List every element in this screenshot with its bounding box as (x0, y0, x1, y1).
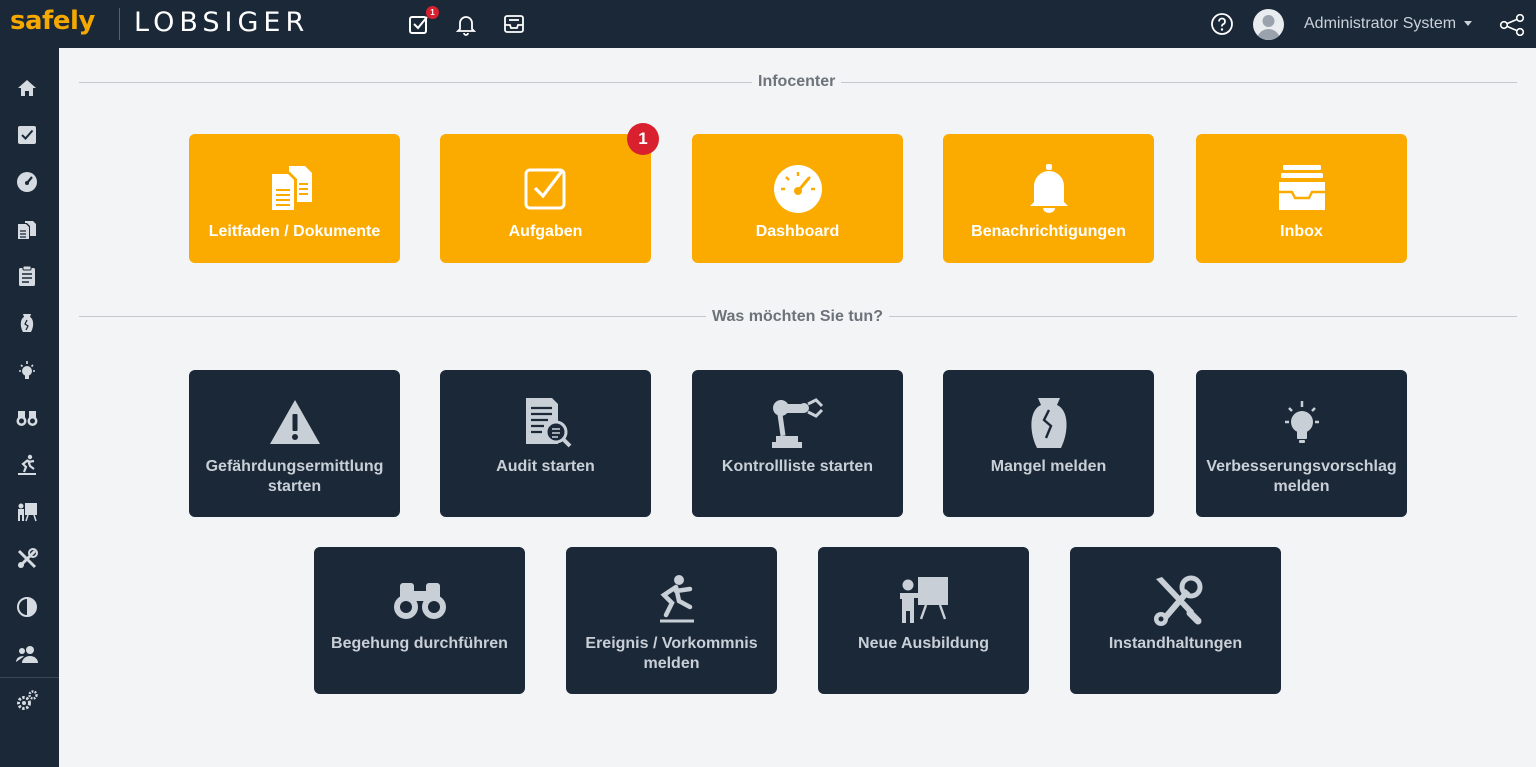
sidebar-training-icon[interactable] (15, 500, 39, 524)
tile-label: Neue Ausbildung (858, 635, 989, 652)
tile-begehung-durchfuehren[interactable]: Begehung durchführen (314, 547, 525, 694)
speedometer-icon (773, 165, 822, 213)
inbox-icon[interactable] (502, 12, 526, 36)
tile-leitfaden-dokumente[interactable]: Leitfaden / Dokumente (189, 134, 400, 263)
tools-icon (1153, 575, 1202, 626)
tile-label: Benachrichtigungen (971, 223, 1126, 240)
help-icon[interactable] (1210, 12, 1234, 36)
sidebar-tasks-icon[interactable] (15, 123, 39, 147)
sidebar-incident-icon[interactable] (15, 453, 39, 477)
share-icon[interactable] (1499, 14, 1525, 36)
tile-label: Dashboard (755, 223, 840, 240)
sidebar-users-icon[interactable] (15, 642, 39, 666)
top-bar: safely LOBSIGER 1 Administrator System (0, 0, 1536, 48)
tile-kontrollliste-starten[interactable]: Kontrollliste starten (692, 370, 903, 517)
binoculars-icon (393, 583, 446, 619)
sidebar-settings-icon[interactable] (15, 689, 39, 713)
section-title-actions: Was möchten Sie tun? (706, 308, 889, 326)
sidebar-binoculars-icon[interactable] (15, 406, 39, 430)
lightbulb-icon (1284, 401, 1319, 443)
tasks-badge: 1 (426, 6, 439, 19)
user-avatar-icon (1257, 15, 1280, 40)
tile-label: Verbesserungsvorschlag melden (1206, 458, 1397, 495)
audit-icon (525, 398, 571, 448)
section-title-infocenter: Infocenter (752, 73, 842, 91)
tile-inbox[interactable]: Inbox (1196, 134, 1407, 263)
fall-icon (659, 575, 694, 623)
tile-label: Leitfaden / Dokumente (208, 223, 381, 240)
sidebar-dashboard-icon[interactable] (15, 170, 39, 194)
tile-aufgaben[interactable]: Aufgaben (440, 134, 651, 263)
tile-ereignis-vorkommnis[interactable]: Ereignis / Vorkommnis melden (566, 547, 777, 694)
tile-label: Kontrollliste starten (721, 458, 874, 475)
checkbox-icon (524, 168, 565, 210)
tile-label: Inbox (1280, 223, 1323, 240)
warning-icon (269, 400, 320, 444)
tile-label: Audit starten (496, 458, 595, 475)
tile-label: Mangel melden (990, 458, 1107, 475)
sidebar-divider (0, 677, 59, 678)
brand-logo-lobsiger: LOBSIGER (134, 7, 310, 38)
tile-label: Begehung durchführen (331, 635, 508, 652)
robot-arm-icon (771, 398, 823, 448)
avatar[interactable] (1253, 9, 1284, 40)
sidebar-defect-icon[interactable] (15, 311, 39, 335)
broken-vase-icon (1030, 398, 1067, 448)
brand-separator (119, 8, 120, 40)
tile-benachrichtigungen[interactable]: Benachrichtigungen (943, 134, 1154, 263)
tile-label: Instandhaltungen (1108, 635, 1243, 652)
inbox-icon (1278, 165, 1325, 210)
sidebar (0, 48, 59, 767)
sidebar-documents-icon[interactable] (15, 218, 39, 242)
tile-label: Ereignis / Vorkommnis melden (585, 635, 758, 672)
tile-neue-ausbildung[interactable]: Neue Ausbildung (818, 547, 1029, 694)
sidebar-tools-icon[interactable] (15, 547, 39, 571)
tile-instandhaltungen[interactable]: Instandhaltungen (1070, 547, 1281, 694)
sidebar-home-icon[interactable] (15, 76, 39, 100)
sidebar-lightbulb-icon[interactable] (15, 359, 39, 383)
bell-icon (1029, 164, 1068, 213)
tile-label: Aufgaben (508, 223, 583, 240)
aufgaben-badge: 1 (627, 123, 659, 155)
presentation-icon (899, 577, 948, 623)
sidebar-chart-icon[interactable] (15, 595, 39, 619)
tile-gefaehrdungsermittlung[interactable]: Gefährdungsermittlung starten (189, 370, 400, 517)
bell-icon[interactable] (454, 12, 478, 36)
sidebar-clipboard-icon[interactable] (15, 264, 39, 288)
tile-dashboard[interactable]: Dashboard (692, 134, 903, 263)
documents-icon (271, 166, 312, 210)
tile-label: Gefährdungsermittlung starten (205, 458, 384, 495)
user-menu-name[interactable]: Administrator System (1304, 15, 1456, 33)
brand-logo-safely[interactable]: safely (10, 6, 95, 36)
tile-audit-starten[interactable]: Audit starten (440, 370, 651, 517)
tile-verbesserungsvorschlag[interactable]: Verbesserungsvorschlag melden (1196, 370, 1407, 517)
chevron-down-icon[interactable] (1464, 21, 1472, 26)
tile-mangel-melden[interactable]: Mangel melden (943, 370, 1154, 517)
